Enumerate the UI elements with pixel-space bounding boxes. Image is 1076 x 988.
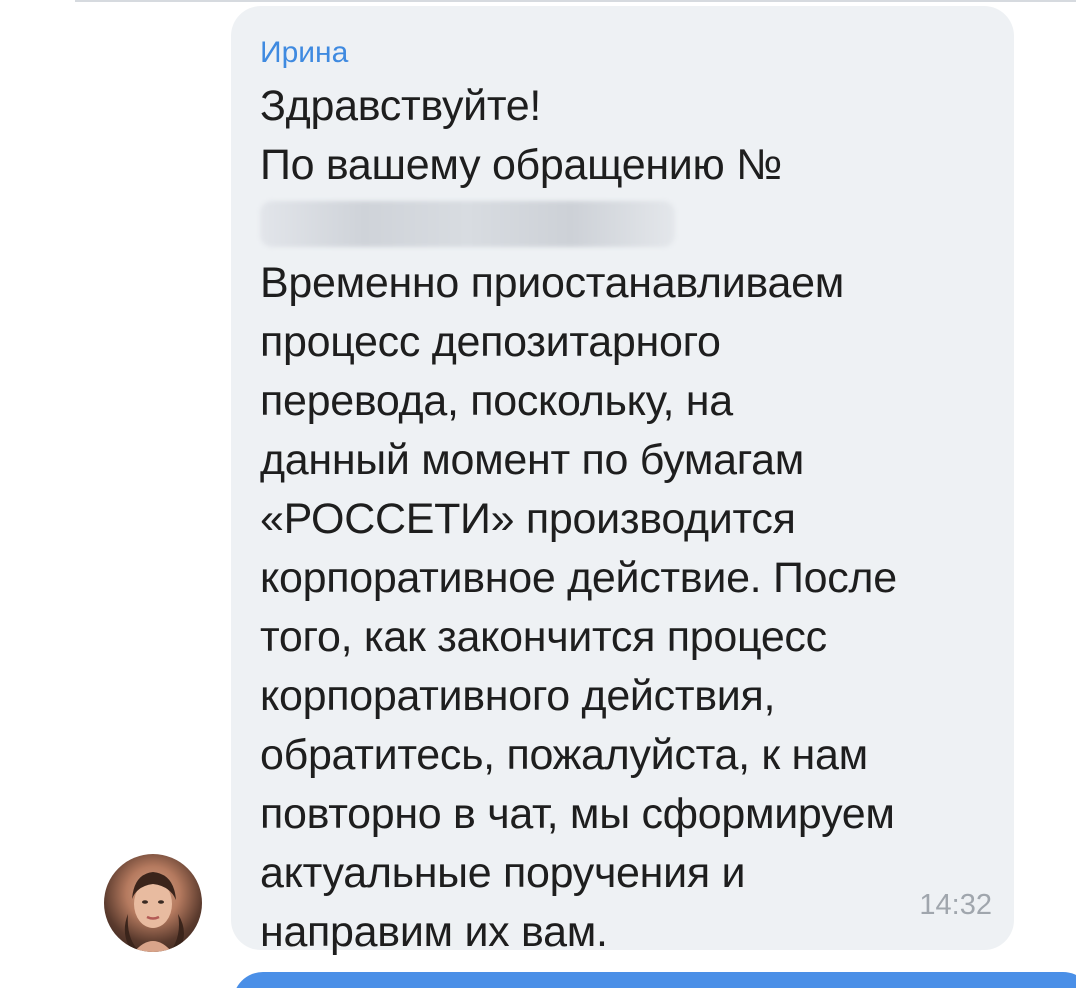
chat-view: Ирина Здравствуйте! По вашему обращению …	[0, 0, 1076, 988]
redacted-request-number	[260, 201, 675, 247]
message-line: По вашему обращению №	[260, 141, 782, 189]
message-line: Здравствуйте!	[260, 82, 542, 130]
top-divider	[75, 0, 1076, 2]
message-line: того, как закончится процесс	[260, 613, 827, 661]
message-line: корпоративного действия,	[260, 672, 776, 720]
message-line: направим их вам.	[260, 908, 608, 956]
message-line: повторно в чат, мы сформируем	[260, 790, 895, 838]
message-timestamp: 14:32	[919, 889, 992, 921]
message-bubble[interactable]: Ирина Здравствуйте! По вашему обращению …	[231, 6, 1014, 956]
message-line: перевода, поскольку, на	[260, 377, 733, 425]
message-line: актуальные поручения и	[260, 849, 746, 897]
message-line: данный момент по бумагам	[260, 436, 805, 484]
message-line: «РОССЕТИ» производится	[260, 495, 796, 543]
sender-name[interactable]: Ирина	[260, 36, 348, 70]
outgoing-message-bubble[interactable]	[233, 972, 1076, 988]
avatar-image	[124, 872, 184, 952]
message-line: процесс депозитарного	[260, 318, 721, 366]
message-line: корпоративное действие. После	[260, 554, 897, 602]
message-text: Здравствуйте! По вашему обращению № Врем…	[260, 77, 1000, 962]
message-line: Временно приостанавливаем	[260, 259, 844, 307]
sender-avatar[interactable]	[104, 854, 202, 952]
message-line: обратитесь, пожалуйста, к нам	[260, 731, 868, 779]
